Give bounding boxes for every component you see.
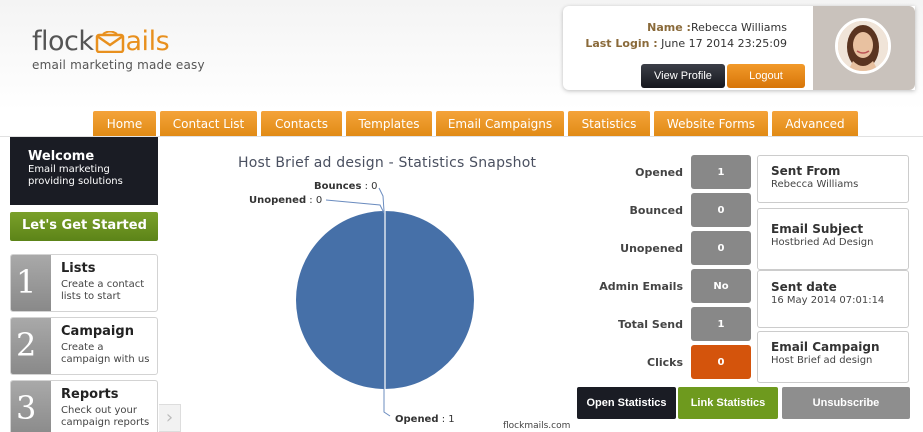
info-detail: Rebecca Williams — [771, 179, 859, 190]
pie-leader-line — [325, 199, 385, 214]
stat-label-opened: Opened — [635, 166, 683, 179]
step-number-badge: 2 — [11, 318, 51, 374]
pie-chart: Bounces : 0 Unopened : 0 Opened : 1 — [249, 181, 474, 425]
last-login-value: June 17 2014 23:25:09 — [661, 37, 787, 50]
user-portrait-icon — [838, 21, 888, 71]
envelope-logo-icon — [95, 30, 125, 54]
step-description-line: Create a contact — [61, 279, 145, 290]
nav-templates[interactable]: Templates — [346, 111, 432, 137]
step-title: Campaign — [61, 324, 134, 339]
brand-logo[interactable]: flock ails email marketing made easy — [32, 28, 205, 72]
welcome-title: Welcome — [28, 149, 95, 164]
stat-value-opened: 1 — [691, 155, 751, 189]
step-title: Reports — [61, 387, 119, 402]
step-description-line: campaign with us — [61, 354, 150, 365]
avatar-frame — [813, 6, 915, 90]
stat-value-total-send: 1 — [691, 307, 751, 341]
last-login-row: Last Login : June 17 2014 23:25:09 — [585, 36, 787, 52]
step-reports[interactable]: 3 Reports Check out your campaign reports — [10, 380, 158, 432]
logo-wordmark: flock ails — [32, 28, 205, 55]
avatar[interactable] — [835, 18, 891, 74]
stat-value-bounced: 0 — [691, 193, 751, 227]
step-number: 3 — [16, 389, 37, 427]
stat-label-admin-emails: Admin Emails — [599, 280, 683, 293]
stat-value-clicks: 0 — [691, 345, 751, 379]
step-description-line: Create a — [61, 342, 104, 353]
lets-get-started-banner: Let's Get Started — [10, 212, 158, 241]
main-nav: Home Contact List Contacts Templates Ema… — [93, 111, 858, 137]
step-number: 2 — [16, 326, 37, 364]
step-number-badge: 3 — [11, 381, 51, 432]
stat-label-unopened: Unopened — [620, 242, 683, 255]
chart-title: Host Brief ad design - Statistics Snapsh… — [238, 155, 537, 171]
info-detail: Host Brief ad design — [771, 355, 873, 366]
stat-value-admin-emails: No — [691, 269, 751, 303]
info-email-campaign: Email Campaign Host Brief ad design — [757, 331, 909, 383]
logout-button[interactable]: Logout — [727, 64, 805, 88]
step-campaign[interactable]: 2 Campaign Create a campaign with us — [10, 317, 158, 375]
info-sent-from: Sent From Rebecca Williams — [757, 155, 909, 203]
stat-label-clicks: Clicks — [647, 356, 683, 369]
step-description: Create a contact lists to start — [61, 279, 157, 303]
unsubscribe-button[interactable]: Unsubscribe — [782, 387, 910, 419]
user-panel: Name :Rebecca Williams Last Login : June… — [563, 6, 915, 90]
info-heading: Email Subject — [771, 222, 864, 236]
user-name-row: Name :Rebecca Williams — [585, 20, 787, 36]
welcome-line-2: providing solutions — [28, 176, 123, 187]
pie-label-unopened: Unopened : 0 — [249, 195, 322, 206]
nav-website-forms[interactable]: Website Forms — [654, 111, 768, 137]
nav-email-campaigns[interactable]: Email Campaigns — [436, 111, 564, 137]
stat-label-total-send: Total Send — [618, 318, 683, 331]
info-heading: Sent date — [771, 280, 837, 294]
name-label: Name : — [647, 21, 691, 34]
step-number: 1 — [16, 263, 37, 301]
stat-value-unopened: 0 — [691, 231, 751, 265]
link-statistics-button[interactable]: Link Statistics — [678, 387, 778, 419]
open-statistics-button[interactable]: Open Statistics — [577, 387, 676, 419]
step-description-line: Check out your — [61, 405, 137, 416]
info-heading: Email Campaign — [771, 340, 880, 354]
step-lists[interactable]: 1 Lists Create a contact lists to start — [10, 254, 158, 312]
info-heading: Sent From — [771, 164, 841, 178]
logo-tagline: email marketing made easy — [32, 58, 205, 72]
info-email-subject: Email Subject Hostbried Ad Design — [757, 208, 909, 270]
nav-advanced[interactable]: Advanced — [772, 111, 858, 137]
footer-url: flockmails.com — [503, 421, 571, 431]
page: flock ails email marketing made easy Nam… — [0, 0, 923, 432]
step-number-badge: 1 — [11, 255, 51, 311]
logo-text-left: flock — [32, 26, 94, 57]
user-info: Name :Rebecca Williams Last Login : June… — [585, 20, 787, 52]
nav-contacts[interactable]: Contacts — [261, 111, 342, 137]
info-detail: 16 May 2014 07:01:14 — [771, 295, 885, 306]
step-description: Create a campaign with us — [61, 342, 157, 366]
step-description-line: campaign reports — [61, 417, 150, 428]
nav-contact-list[interactable]: Contact List — [160, 111, 257, 137]
nav-statistics[interactable]: Statistics — [568, 111, 650, 137]
welcome-box: Welcome Email marketing providing soluti… — [10, 137, 158, 205]
pie-label-bounces: Bounces : 0 — [314, 181, 378, 192]
pie-label-opened: Opened : 1 — [395, 414, 455, 425]
step-description: Check out your campaign reports — [61, 405, 157, 429]
logo-text-right: ails — [125, 26, 170, 57]
view-profile-button[interactable]: View Profile — [641, 64, 725, 88]
info-sent-date: Sent date 16 May 2014 07:01:14 — [757, 270, 909, 328]
welcome-line-1: Email marketing — [28, 164, 110, 175]
step-title: Lists — [61, 261, 96, 276]
user-name: Rebecca Williams — [690, 21, 787, 34]
last-login-label: Last Login : — [585, 37, 658, 50]
nav-home[interactable]: Home — [93, 111, 156, 137]
step-description-line: lists to start — [61, 291, 121, 302]
info-detail: Hostbried Ad Design — [771, 237, 874, 248]
chevron-right-icon[interactable]: › — [159, 404, 181, 432]
stat-label-bounced: Bounced — [629, 204, 683, 217]
